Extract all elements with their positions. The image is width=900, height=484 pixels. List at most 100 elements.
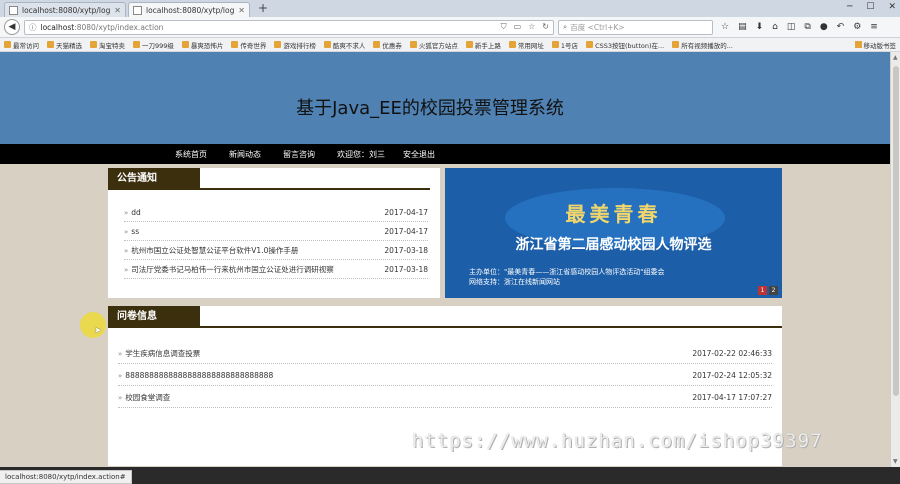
url-path: :8080/xytp/index.action <box>74 22 164 32</box>
back-button-icon[interactable]: ◀ <box>4 19 20 35</box>
mobile-bookmark-icon <box>854 41 862 48</box>
bookmark-icon <box>465 41 473 48</box>
tab-label: localhost:8080/xytp/login... <box>22 5 112 15</box>
bookmark-icon <box>231 41 239 48</box>
bookmark-item[interactable]: 火狐官方站点 <box>409 40 458 50</box>
close-window-icon[interactable]: ✕ <box>888 2 896 12</box>
reader-view-icon[interactable]: ▭ <box>514 22 522 32</box>
heading-underline <box>108 188 430 190</box>
page-scrollbar[interactable]: ▲ ▼ <box>890 52 900 467</box>
star-icon[interactable]: ☆ <box>721 22 729 32</box>
menu-home-link[interactable]: 系统首页 <box>175 149 207 160</box>
gear-icon[interactable]: ⚙ <box>853 22 861 32</box>
menu-news-link[interactable]: 新闻动态 <box>229 149 261 160</box>
new-tab-button[interactable]: + <box>252 2 274 17</box>
bookmark-item[interactable]: 一刀999级 <box>133 40 174 50</box>
survey-title-link[interactable]: 8888888888888888888888888888888 <box>125 371 692 380</box>
mobile-bookmarks[interactable]: 移动版书签 <box>854 40 896 50</box>
scroll-up-icon[interactable]: ▲ <box>893 54 898 61</box>
browser-nav-bar: ◀ ⓘ localhost :8080/xytp/index.action ⛉ … <box>0 17 900 38</box>
bookmark-item[interactable]: 游戏排行榜 <box>274 40 316 50</box>
notice-row[interactable]: » 杭州市国立公证处智慧公证平台软件V1.0操作手册 2017-03-18 <box>124 242 428 260</box>
survey-heading: 问卷信息 <box>108 306 200 328</box>
bookmark-icon <box>672 41 680 48</box>
promo-banner[interactable]: 最美青春 浙江省第二届感动校园人物评选 主办单位："最美青春——浙江省感动校园人… <box>445 168 782 298</box>
browser-tab-1[interactable]: localhost:8080/xytp/login... ✕ <box>4 2 126 17</box>
notice-panel: 公告通知 » dd 2017-04-17 » ss 2017-04-17 » 杭… <box>108 168 440 298</box>
site-info-icon[interactable]: ⓘ <box>29 22 37 33</box>
home-icon[interactable]: ⌂ <box>772 22 778 32</box>
minimize-icon[interactable]: ─ <box>847 2 852 12</box>
bookmark-item[interactable]: 淘宝特卖 <box>90 40 125 50</box>
bookmark-icon <box>323 41 331 48</box>
survey-row[interactable]: » 学生疾病信息调查投票 2017-02-22 02:46:33 <box>118 344 772 364</box>
bookmark-item[interactable]: 1号店 <box>551 40 578 50</box>
bookmarks-toolbar: 最常访问 天猫精选 淘宝特卖 一刀999级 暴爽恐怖片 传奇世界 游戏排行榜 酷… <box>0 38 900 52</box>
close-tab-icon[interactable]: ✕ <box>238 6 245 15</box>
promo-headline: 最美青春 <box>565 202 662 226</box>
bookmark-icon <box>4 41 11 48</box>
screenshot-icon[interactable]: ⧉ <box>804 22 810 32</box>
bookmark-item[interactable]: 常用网址 <box>508 40 544 50</box>
bookmark-page-icon[interactable]: ☆ <box>528 22 535 32</box>
search-box[interactable]: ⌕ 百度 <Ctrl+K> <box>558 19 713 35</box>
notice-title-link[interactable]: ss <box>131 227 384 236</box>
survey-row[interactable]: » 8888888888888888888888888888888 2017-0… <box>118 366 772 386</box>
tab-label: localhost:8080/xytp/login... <box>146 5 236 15</box>
url-bar[interactable]: ⓘ localhost :8080/xytp/index.action ⛉ ▭ … <box>24 19 554 35</box>
bookmark-item[interactable]: 天猫精选 <box>47 40 82 50</box>
bookmark-icon <box>47 41 54 48</box>
maximize-icon[interactable]: ☐ <box>866 2 874 12</box>
reload-icon[interactable]: ↻ <box>542 22 549 32</box>
menu-icon[interactable]: ≡ <box>870 22 878 32</box>
bullet-icon: » <box>118 349 123 358</box>
bookmark-item[interactable]: 优惠券 <box>373 40 402 50</box>
bookmark-item[interactable]: 最常访问 <box>4 40 39 50</box>
browser-tab-2[interactable]: localhost:8080/xytp/login... ✕ <box>128 2 250 17</box>
notice-row[interactable]: » dd 2017-04-17 <box>124 204 428 222</box>
mouse-pointer-icon: ➤ <box>94 326 102 336</box>
cursor-highlight <box>80 312 106 338</box>
chat-icon[interactable]: ● <box>820 22 828 32</box>
bookmark-item[interactable]: 传奇世界 <box>231 40 266 50</box>
scroll-thumb[interactable] <box>893 66 899 396</box>
close-tab-icon[interactable]: ✕ <box>114 6 121 15</box>
promo-page-button[interactable]: 1 <box>758 286 767 295</box>
page-footer-bar <box>0 467 900 484</box>
pocket-icon[interactable]: ◫ <box>787 22 796 32</box>
survey-row[interactable]: » 校园食堂调查 2017-04-17 17:07:27 <box>118 388 772 408</box>
promo-page-button[interactable]: 2 <box>769 286 778 295</box>
undo-icon[interactable]: ↶ <box>837 22 845 32</box>
notice-row[interactable]: » 司法厅党委书记马柏伟一行来杭州市国立公证处进行调研视察 2017-03-18 <box>124 261 428 279</box>
bookmark-item[interactable]: CSS3按钮(button)在... <box>586 40 664 50</box>
bookmark-item[interactable]: 暴爽恐怖片 <box>181 40 223 50</box>
bookmark-item[interactable]: 酷爽不求人 <box>323 40 365 50</box>
bookmark-icon <box>508 41 516 48</box>
survey-title-link[interactable]: 校园食堂调查 <box>125 392 692 403</box>
menu-logout-link[interactable]: 安全退出 <box>403 149 435 160</box>
survey-date: 2017-02-24 12:05:32 <box>692 371 772 380</box>
download-icon[interactable]: ⬇ <box>756 22 764 32</box>
site-title: 基于Java_EE的校园投票管理系统 <box>296 98 564 119</box>
bookmark-item[interactable]: 新手上路 <box>465 40 501 50</box>
promo-line-2: 网络支持：浙江在线新闻网站 <box>469 278 560 286</box>
notice-row[interactable]: » ss 2017-04-17 <box>124 223 428 241</box>
notice-heading: 公告通知 <box>108 168 200 190</box>
bookmark-item[interactable]: 所有视频播放的... <box>672 40 733 50</box>
notice-title-link[interactable]: dd <box>131 208 384 217</box>
bullet-icon: » <box>124 246 129 255</box>
survey-title-link[interactable]: 学生疾病信息调查投票 <box>125 348 692 359</box>
watermark: https://www.huzhan.com/ishop39397 <box>412 430 823 452</box>
main-menu: 系统首页 新闻动态 留言咨询 欢迎您：刘三 安全退出 <box>0 144 890 164</box>
promo-line-1: 主办单位："最美青春——浙江省感动校园人物评选活动"组委会 <box>469 268 665 276</box>
menu-message-link[interactable]: 留言咨询 <box>283 149 315 160</box>
notice-title-link[interactable]: 杭州市国立公证处智慧公证平台软件V1.0操作手册 <box>131 245 384 256</box>
scroll-down-icon[interactable]: ▼ <box>893 458 898 465</box>
shield-icon[interactable]: ⛉ <box>501 22 507 32</box>
library-icon[interactable]: ▤ <box>738 22 747 32</box>
survey-date: 2017-04-17 17:07:27 <box>692 393 772 402</box>
notice-date: 2017-03-18 <box>384 265 428 274</box>
notice-title-link[interactable]: 司法厅党委书记马柏伟一行来杭州市国立公证处进行调研视察 <box>131 264 384 275</box>
bookmark-icon <box>90 41 97 48</box>
promo-subtitle: 浙江省第二届感动校园人物评选 <box>515 237 712 253</box>
